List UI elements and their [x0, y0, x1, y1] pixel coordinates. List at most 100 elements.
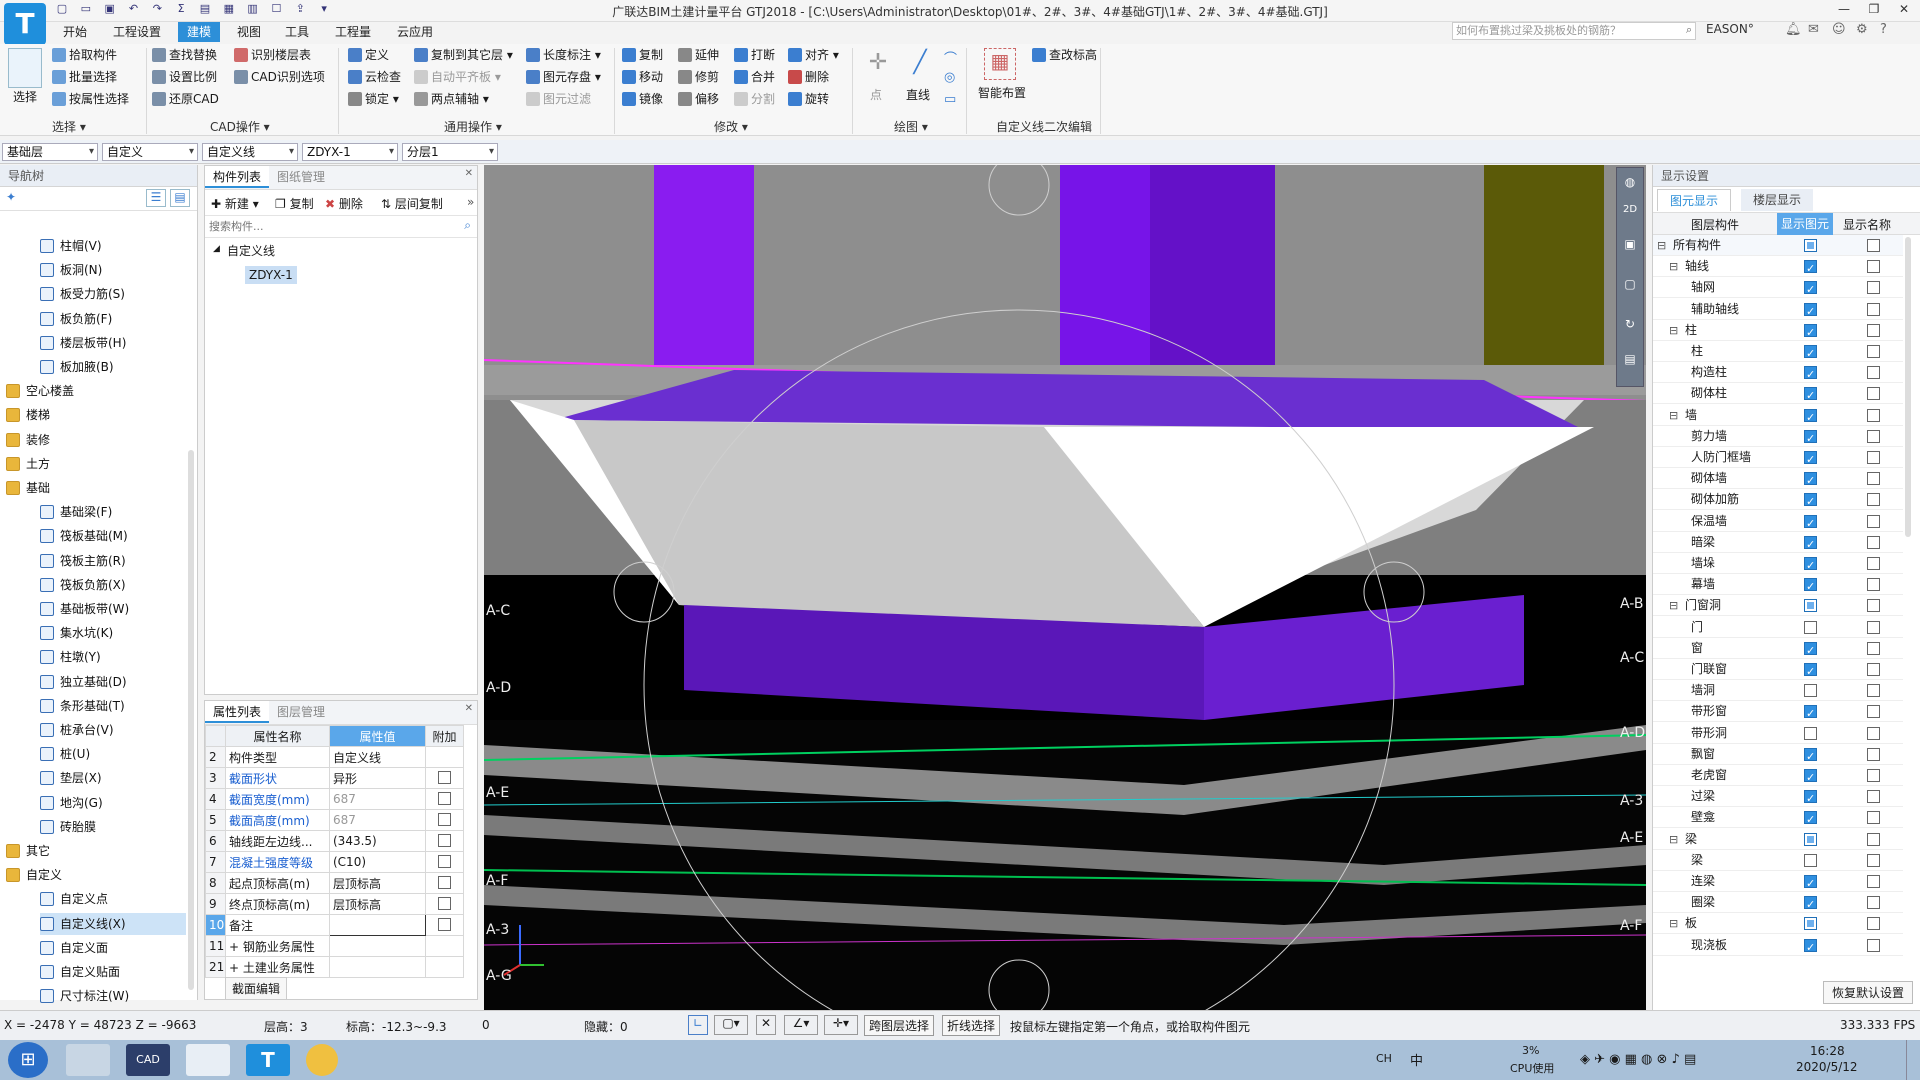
nav-item[interactable]: 垫层(X) — [40, 767, 186, 789]
circle-icon[interactable]: ◎ — [944, 70, 955, 85]
notification-icon[interactable]: 🔔︎ — [1785, 22, 1802, 37]
rect-icon[interactable]: ▭ — [944, 92, 956, 107]
cube-view-icon[interactable]: ▢ — [1617, 264, 1643, 304]
service-icon[interactable]: ☺︎ — [1832, 22, 1846, 37]
nav-item[interactable]: 桩(U) — [40, 743, 186, 765]
nav-item[interactable]: 尺寸标注(W) — [40, 985, 186, 1007]
undo-icon[interactable]: ↶ — [125, 1, 141, 17]
prop-value[interactable]: (343.5) — [329, 830, 426, 852]
nav-item[interactable]: 自定义贴面 — [40, 961, 186, 983]
attach-checkbox[interactable] — [438, 876, 451, 889]
smart-layout-icon[interactable]: ▦ — [984, 48, 1016, 80]
offset-button[interactable]: 偏移 — [678, 90, 719, 108]
display-row[interactable]: 剪力墙 — [1653, 426, 1903, 449]
find-replace-button[interactable]: 查找替换 — [152, 46, 217, 64]
display-row[interactable]: 过梁 — [1653, 786, 1903, 809]
show-name-checkbox[interactable] — [1867, 578, 1880, 592]
show-name-checkbox[interactable] — [1867, 408, 1880, 422]
collapse-icon[interactable]: ◢ — [213, 244, 220, 254]
nav-item[interactable]: 基础板带(W) — [40, 598, 186, 620]
show-element-checkbox[interactable] — [1804, 873, 1817, 894]
tab-drawing-mgmt[interactable]: 图纸管理 — [269, 166, 333, 188]
display-row[interactable]: 人防门框墙 — [1653, 447, 1903, 470]
show-element-checkbox[interactable] — [1804, 937, 1817, 958]
show-name-checkbox[interactable] — [1867, 705, 1880, 719]
grid-view-icon[interactable]: ▤ — [170, 189, 190, 207]
line-button[interactable]: 直线 — [906, 86, 930, 104]
cloud-check-button[interactable]: 云检查 — [348, 68, 401, 86]
show-name-checkbox[interactable] — [1867, 302, 1880, 316]
tab-floor-display[interactable]: 楼层显示 — [1741, 189, 1814, 211]
component-item-selected[interactable]: ZDYX-1 — [245, 266, 297, 284]
app-logo-icon[interactable]: T — [4, 3, 46, 45]
layout-icon[interactable]: ▦ — [221, 1, 237, 17]
tab-element-display[interactable]: 图元显示 — [1657, 189, 1732, 211]
tab-quantity[interactable]: 工程量 — [326, 22, 380, 42]
check-icon[interactable]: ☐ — [268, 1, 284, 17]
pin-icon[interactable]: ✦ — [6, 190, 16, 204]
show-name-checkbox[interactable] — [1867, 811, 1880, 825]
show-name-checkbox[interactable] — [1867, 896, 1880, 910]
show-name-checkbox[interactable] — [1867, 853, 1880, 867]
split-button[interactable]: 分割 — [734, 90, 775, 108]
show-name-checkbox[interactable] — [1867, 493, 1880, 507]
nav-folder[interactable]: 装修 — [6, 429, 186, 451]
nav-item[interactable]: 自定义点 — [40, 888, 186, 910]
extend-button[interactable]: 延伸 — [678, 46, 719, 64]
cad-app-icon[interactable]: CAD — [126, 1044, 170, 1076]
collapse-icon[interactable]: ⊟ — [1669, 256, 1678, 277]
show-name-checkbox[interactable] — [1867, 747, 1880, 761]
cross-layer-select-button[interactable]: 跨图层选择 — [864, 1015, 935, 1036]
property-row[interactable]: 11 + 钢筋业务属性 — [205, 935, 464, 957]
show-element-checkbox[interactable] — [1804, 853, 1817, 867]
show-element-checkbox[interactable] — [1804, 470, 1817, 491]
show-element-checkbox[interactable] — [1804, 576, 1817, 597]
attach-checkbox[interactable] — [438, 897, 451, 910]
display-row[interactable]: 暗梁 — [1653, 532, 1903, 555]
show-name-checkbox[interactable] — [1867, 557, 1880, 570]
prop-value[interactable] — [329, 935, 426, 957]
define-button[interactable]: 定义 — [348, 46, 389, 64]
select-by-attr-button[interactable]: 按属性选择 — [52, 90, 129, 108]
show-element-checkbox[interactable] — [1804, 788, 1817, 809]
grid-icon[interactable]: ▥ — [245, 1, 261, 17]
display-row[interactable]: 老虎窗 — [1653, 765, 1903, 788]
display-scrollbar[interactable] — [1905, 237, 1911, 537]
rotate-view-icon[interactable]: ↻ — [1617, 304, 1643, 344]
prop-value[interactable]: 自定义线 — [329, 746, 426, 768]
rotate-button[interactable]: 旋转 — [788, 90, 829, 108]
display-row[interactable]: 圈梁 — [1653, 892, 1903, 915]
prop-value[interactable]: 687 — [329, 788, 426, 810]
element-save-button[interactable]: 图元存盘 ▾ — [526, 68, 601, 86]
show-name-checkbox[interactable] — [1867, 514, 1880, 528]
nav-item[interactable]: 板洞(N) — [40, 259, 186, 281]
show-name-checkbox[interactable] — [1867, 726, 1880, 740]
table-view-icon[interactable]: ▤ — [1617, 344, 1643, 374]
show-element-checkbox[interactable] — [1804, 661, 1817, 682]
delete-component-button[interactable]: ✖ 删除 — [325, 195, 363, 212]
category-select[interactable]: 自定义 — [102, 143, 198, 161]
display-row[interactable]: ⊟ 轴线 — [1653, 256, 1903, 279]
show-name-checkbox[interactable] — [1867, 684, 1880, 698]
display-row[interactable]: 保温墙 — [1653, 511, 1903, 534]
show-element-checkbox[interactable] — [1804, 555, 1817, 576]
restore-icon[interactable]: ❐ — [1860, 2, 1888, 20]
point-button[interactable]: 点 — [870, 86, 882, 104]
align-button[interactable]: 对齐 ▾ — [788, 46, 839, 64]
save-icon[interactable]: ▣ — [102, 1, 118, 17]
tab-project-settings[interactable]: 工程设置 — [104, 22, 170, 42]
clock-date[interactable]: 2020/5/12 — [1796, 1060, 1858, 1074]
delete-button[interactable]: 删除 — [788, 68, 829, 86]
nav-folder[interactable]: 自定义 — [6, 864, 186, 886]
search-icon[interactable]: ⌕ — [1686, 23, 1692, 37]
expand-toolbar-icon[interactable]: » — [467, 195, 474, 209]
prop-value[interactable]: 异形 — [329, 767, 426, 789]
show-element-checkbox[interactable] — [1804, 534, 1817, 555]
nav-item[interactable]: 桩承台(V) — [40, 719, 186, 741]
show-name-checkbox[interactable] — [1867, 663, 1880, 676]
show-name-checkbox[interactable] — [1867, 366, 1880, 380]
tab-modeling[interactable]: 建模 — [178, 22, 221, 42]
cross-icon[interactable]: ✕ — [756, 1015, 776, 1035]
show-name-checkbox[interactable] — [1867, 832, 1880, 846]
trim-button[interactable]: 修剪 — [678, 68, 719, 86]
